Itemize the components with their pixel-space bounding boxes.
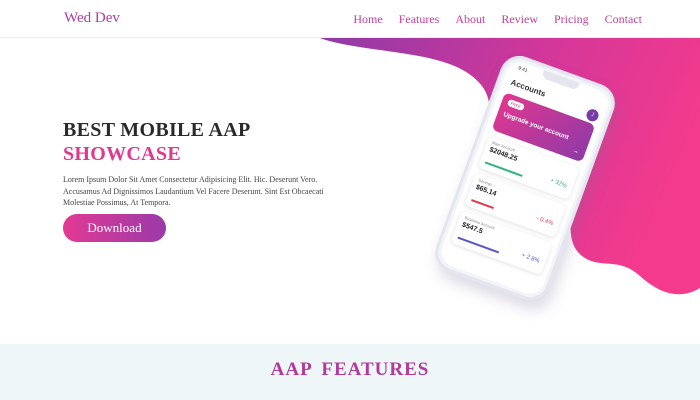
account-change: + 32% <box>549 178 568 190</box>
phone-mockup: 9:41 Accounts J FREE Upgrade your accoun… <box>405 50 635 306</box>
features-section: AAP FEATURES <box>0 344 700 400</box>
hero-description: Lorem Ipsum Dolor Sit Amet Consectetur A… <box>63 175 324 207</box>
nav-item-pricing[interactable]: Pricing <box>554 12 589 27</box>
phone-frame: 9:41 Accounts J FREE Upgrade your accoun… <box>429 50 621 306</box>
status-time: 9:41 <box>517 65 529 75</box>
nav-item-contact[interactable]: Contact <box>605 12 642 27</box>
phone-screen: 9:41 Accounts J FREE Upgrade your accoun… <box>437 58 613 298</box>
account-bar <box>457 236 500 254</box>
account-change: + 2.8% <box>520 252 541 265</box>
account-change: - 0.4% <box>535 215 554 228</box>
avatar: J <box>584 107 601 124</box>
account-bar <box>484 161 523 177</box>
promo-badge: FREE <box>506 98 525 112</box>
account-bar <box>470 199 495 210</box>
nav-item-home[interactable]: Home <box>353 12 382 27</box>
arrow-right-icon: → <box>571 145 581 156</box>
nav-item-about[interactable]: About <box>455 12 485 27</box>
download-button[interactable]: Download <box>63 214 166 242</box>
hero-title: BEST MOBILE AAP SHOWCASE <box>63 118 251 166</box>
navbar: Wed Dev Home Features About Review Prici… <box>0 0 700 38</box>
nav-item-review[interactable]: Review <box>501 12 538 27</box>
phone-notch <box>541 70 580 91</box>
brand-logo[interactable]: Wed Dev <box>64 10 120 27</box>
nav-menu: Home Features About Review Pricing Conta… <box>353 12 642 27</box>
account-value: $65.14 <box>474 183 498 198</box>
features-title: AAP FEATURES <box>270 359 430 380</box>
hero-title-line1: BEST MOBILE AAP <box>63 119 251 141</box>
nav-item-features[interactable]: Features <box>399 12 440 27</box>
promo-text: Upgrade your account <box>502 111 570 142</box>
hero-title-line2: SHOWCASE <box>63 143 181 165</box>
